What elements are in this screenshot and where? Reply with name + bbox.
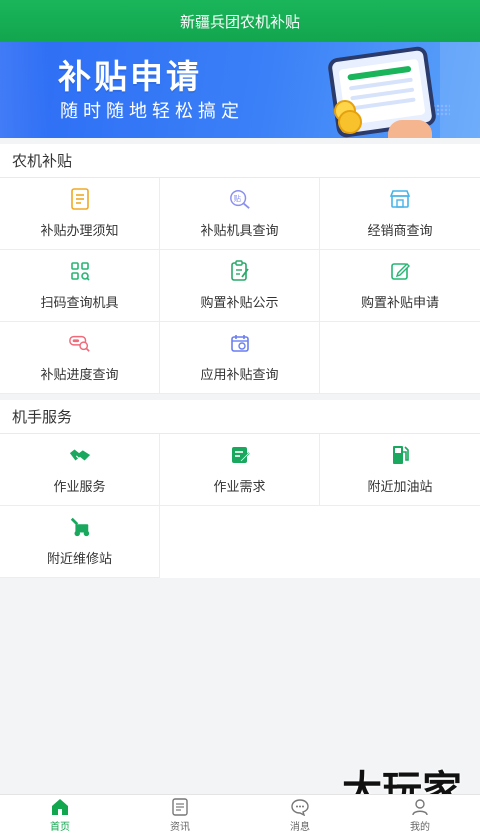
svg-text:贴: 贴 — [233, 194, 241, 203]
scan-equipment-button[interactable]: 扫码查询机具 — [0, 250, 160, 322]
tab-label: 消息 — [290, 822, 310, 833]
banner-title: 补贴申请 — [58, 57, 202, 96]
handshake-icon — [69, 444, 91, 466]
subsidy-progress-button[interactable]: 补贴进度查询 — [0, 322, 160, 394]
scan-equipment-label: 扫码查询机具 — [40, 296, 119, 311]
tab-home[interactable]: 首页 — [0, 795, 120, 836]
tab-label: 我的 — [410, 822, 430, 833]
purchase-subsidy-notice-label: 购置补贴公示 — [200, 296, 279, 311]
page-title: 新疆兵团农机补贴 — [179, 12, 300, 31]
store-icon — [389, 188, 411, 210]
tab-label: 首页 — [50, 822, 70, 833]
coin-icon — [338, 110, 362, 134]
nearby-gas-station-button[interactable]: 附近加油站 — [320, 434, 480, 506]
message-icon — [291, 798, 309, 816]
nearby-gas-station-label: 附近加油站 — [367, 480, 433, 495]
subsidy-guide-button[interactable]: 补贴办理须知 — [0, 178, 160, 250]
operator-services-section: 机手服务 作业服务 作业需求 附近加油站 附近维修站 — [0, 400, 480, 578]
gas-station-icon — [389, 444, 411, 466]
empty-cell — [320, 322, 480, 394]
home-icon — [51, 798, 69, 816]
purchase-subsidy-notice-button[interactable]: 购置补贴公示 — [160, 250, 320, 322]
work-demand-label: 作业需求 — [213, 480, 266, 495]
work-service-button[interactable]: 作业服务 — [0, 434, 160, 506]
work-demand-button[interactable]: 作业需求 — [160, 434, 320, 506]
dealer-search-button[interactable]: 经销商查询 — [320, 178, 480, 250]
profile-icon — [411, 798, 429, 816]
tab-profile[interactable]: 我的 — [360, 795, 480, 836]
banner-subtitle: 随时随地轻松搞定 — [60, 101, 244, 122]
dealer-search-label: 经销商查询 — [367, 224, 433, 239]
news-icon — [171, 798, 189, 816]
work-service-label: 作业服务 — [53, 480, 106, 495]
nearby-repair-station-label: 附近维修站 — [46, 552, 112, 567]
subsidy-equipment-search-button[interactable]: 贴 补贴机具查询 — [160, 178, 320, 250]
subsidy-grid: 补贴办理须知 贴 补贴机具查询 经销商查询 扫码查询机具 购置补贴公示 购置补贴… — [0, 178, 480, 394]
document-icon — [69, 188, 91, 210]
progress-search-icon — [68, 332, 91, 354]
tab-messages[interactable]: 消息 — [240, 795, 360, 836]
nearby-repair-station-button[interactable]: 附近维修站 — [0, 506, 160, 578]
tab-news[interactable]: 资讯 — [120, 795, 240, 836]
purchase-subsidy-apply-label: 购置补贴申请 — [360, 296, 439, 311]
bottom-tab-bar: 首页 资讯 消息 我的 — [0, 794, 480, 836]
calendar-icon — [229, 332, 251, 354]
subsidy-guide-label: 补贴办理须知 — [40, 224, 119, 239]
app-subsidy-search-button[interactable]: 应用补贴查询 — [160, 322, 320, 394]
clipboard-edit-icon — [229, 260, 251, 282]
services-grid: 作业服务 作业需求 附近加油站 附近维修站 — [0, 434, 480, 578]
scan-grid-icon — [69, 260, 91, 282]
checklist-icon — [229, 444, 251, 466]
tractor-icon — [69, 516, 91, 538]
farm-machinery-subsidy-section: 农机补贴 补贴办理须知 贴 补贴机具查询 经销商查询 扫码查询机具 购置补贴公示… — [0, 144, 480, 394]
app-subsidy-search-label: 应用补贴查询 — [200, 368, 279, 383]
edit-square-icon — [389, 260, 411, 282]
section-title: 农机补贴 — [0, 144, 480, 178]
banner-decoration — [0, 42, 50, 138]
subsidy-equipment-search-label: 补贴机具查询 — [200, 224, 279, 239]
hand-illustration — [388, 120, 432, 138]
promo-banner[interactable]: 补贴申请 随时随地轻松搞定 — [0, 42, 480, 138]
banner-glow — [440, 42, 480, 138]
app-header: 新疆兵团农机补贴 — [0, 0, 480, 42]
purchase-subsidy-apply-button[interactable]: 购置补贴申请 — [320, 250, 480, 322]
section-title: 机手服务 — [0, 400, 480, 434]
subsidy-progress-label: 补贴进度查询 — [40, 368, 119, 383]
tab-label: 资讯 — [170, 822, 190, 833]
subsidy-search-icon: 贴 — [229, 188, 251, 210]
